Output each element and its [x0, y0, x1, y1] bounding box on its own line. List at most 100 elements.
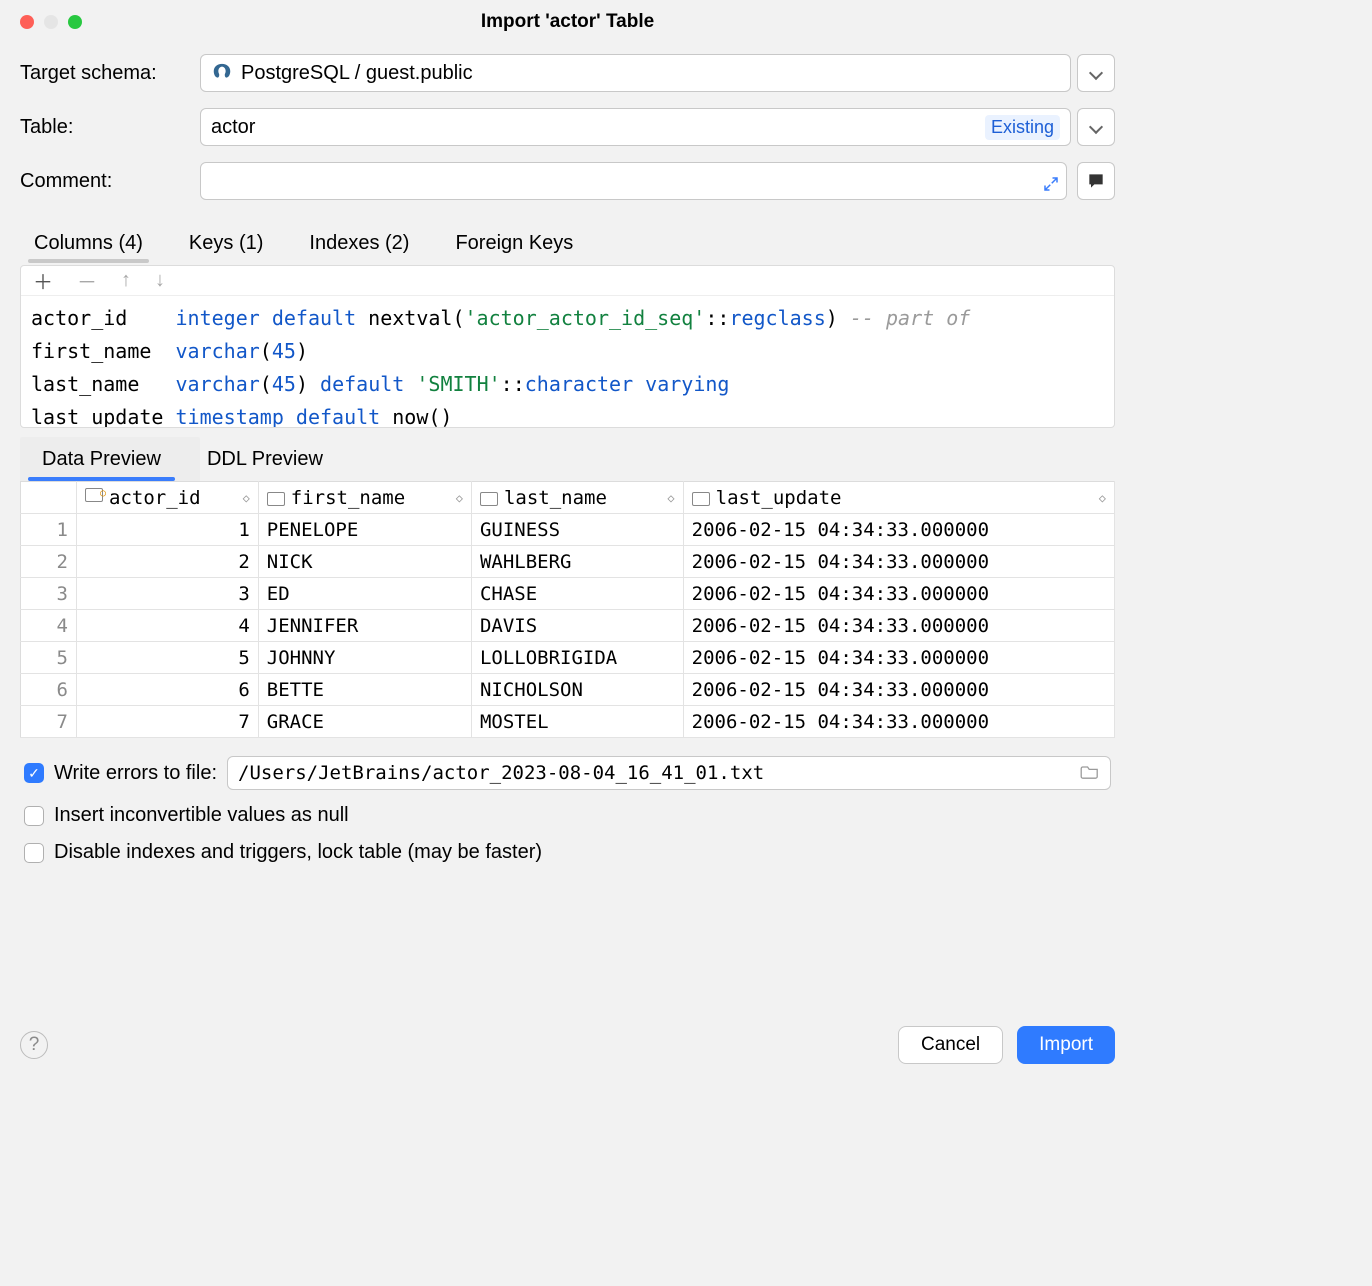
row-number: 2: [21, 546, 77, 578]
grid-corner: [21, 482, 77, 514]
row-number: 4: [21, 610, 77, 642]
table-field[interactable]: actor Existing: [200, 108, 1071, 146]
error-file-path-field[interactable]: /Users/JetBrains/actor_2023-08-04_16_41_…: [227, 756, 1111, 790]
table-row[interactable]: 11PENELOPEGUINESS2006-02-15 04:34:33.000…: [21, 514, 1115, 546]
write-errors-label: Write errors to file:: [54, 762, 217, 785]
disable-indexes-label: Disable indexes and triggers, lock table…: [54, 841, 542, 864]
row-number: 7: [21, 706, 77, 738]
comment-field[interactable]: [200, 162, 1067, 200]
table-row[interactable]: 33EDCHASE2006-02-15 04:34:33.000000: [21, 578, 1115, 610]
cell-actor-id[interactable]: 3: [77, 578, 259, 610]
target-schema-value: PostgreSQL / guest.public: [241, 62, 473, 85]
cell-first-name[interactable]: BETTE: [258, 674, 471, 706]
move-up-icon[interactable]: ↑: [121, 269, 131, 292]
cancel-button[interactable]: Cancel: [898, 1026, 1003, 1064]
close-window-icon[interactable]: [20, 15, 34, 29]
table-row[interactable]: 77GRACEMOSTEL2006-02-15 04:34:33.000000: [21, 706, 1115, 738]
cell-first-name[interactable]: JENNIFER: [258, 610, 471, 642]
minimize-window-icon[interactable]: [44, 15, 58, 29]
expand-icon[interactable]: [1042, 175, 1060, 199]
target-schema-label: Target schema:: [20, 62, 200, 85]
cell-last-update[interactable]: 2006-02-15 04:34:33.000000: [683, 642, 1114, 674]
cell-last-name[interactable]: DAVIS: [471, 610, 683, 642]
cell-first-name[interactable]: GRACE: [258, 706, 471, 738]
cell-first-name[interactable]: NICK: [258, 546, 471, 578]
cell-last-name[interactable]: WAHLBERG: [471, 546, 683, 578]
tab-indexes[interactable]: Indexes (2): [307, 226, 411, 261]
table-row[interactable]: 66BETTENICHOLSON2006-02-15 04:34:33.0000…: [21, 674, 1115, 706]
row-number: 6: [21, 674, 77, 706]
columns-toolbar: ＋ － ↑ ↓: [21, 266, 1114, 296]
sort-icon: ◇: [243, 491, 250, 505]
cell-last-name[interactable]: NICHOLSON: [471, 674, 683, 706]
cell-last-name[interactable]: MOSTEL: [471, 706, 683, 738]
table-value: actor: [211, 116, 255, 139]
error-file-path-value: /Users/JetBrains/actor_2023-08-04_16_41_…: [238, 762, 764, 784]
tab-columns[interactable]: Columns (4): [32, 226, 145, 261]
target-schema-field[interactable]: PostgreSQL / guest.public: [200, 54, 1071, 92]
cell-last-update[interactable]: 2006-02-15 04:34:33.000000: [683, 610, 1114, 642]
browse-folder-icon[interactable]: [1080, 762, 1100, 784]
import-options: ✓ Write errors to file: /Users/JetBrains…: [0, 738, 1135, 870]
comment-balloon-button[interactable]: [1077, 162, 1115, 200]
dialog-footer: ? Cancel Import: [0, 1026, 1135, 1064]
titlebar: Import 'actor' Table: [0, 0, 1135, 44]
cell-last-update[interactable]: 2006-02-15 04:34:33.000000: [683, 514, 1114, 546]
tab-keys[interactable]: Keys (1): [187, 226, 265, 261]
cell-last-update[interactable]: 2006-02-15 04:34:33.000000: [683, 674, 1114, 706]
columns-panel: ＋ － ↑ ↓ actor_id integer default nextval…: [20, 265, 1115, 428]
postgres-icon: [211, 62, 233, 84]
cell-first-name[interactable]: ED: [258, 578, 471, 610]
cell-first-name[interactable]: JOHNNY: [258, 642, 471, 674]
row-number: 5: [21, 642, 77, 674]
cell-actor-id[interactable]: 6: [77, 674, 259, 706]
add-column-icon[interactable]: ＋: [33, 266, 53, 295]
preview-tabs: Data Preview DDL Preview: [0, 428, 1135, 477]
cell-first-name[interactable]: PENELOPE: [258, 514, 471, 546]
write-errors-checkbox[interactable]: ✓: [24, 763, 44, 783]
row-number: 3: [21, 578, 77, 610]
sort-icon: ◇: [456, 491, 463, 505]
target-schema-dropdown[interactable]: [1077, 54, 1115, 92]
tab-ddl-preview[interactable]: DDL Preview: [199, 442, 331, 477]
cell-last-update[interactable]: 2006-02-15 04:34:33.000000: [683, 706, 1114, 738]
data-preview-grid[interactable]: actor_id◇first_name◇last_name◇last_updat…: [20, 481, 1115, 738]
zoom-window-icon[interactable]: [68, 15, 82, 29]
tab-foreign-keys[interactable]: Foreign Keys: [453, 226, 575, 261]
table-row[interactable]: 22NICKWAHLBERG2006-02-15 04:34:33.000000: [21, 546, 1115, 578]
table-row[interactable]: 55JOHNNYLOLLOBRIGIDA2006-02-15 04:34:33.…: [21, 642, 1115, 674]
existing-badge: Existing: [985, 115, 1060, 140]
insert-null-checkbox[interactable]: [24, 806, 44, 826]
cell-actor-id[interactable]: 7: [77, 706, 259, 738]
cell-actor-id[interactable]: 4: [77, 610, 259, 642]
schema-tabs: Columns (4) Keys (1) Indexes (2) Foreign…: [0, 216, 1135, 261]
chevron-down-icon: [1091, 116, 1101, 138]
chevron-down-icon: [1091, 62, 1101, 84]
column-header-last_update[interactable]: last_update◇: [683, 482, 1114, 514]
import-button[interactable]: Import: [1017, 1026, 1115, 1064]
sort-icon: ◇: [1099, 491, 1106, 505]
column-header-last_name[interactable]: last_name◇: [471, 482, 683, 514]
remove-column-icon[interactable]: －: [77, 266, 97, 295]
column-header-first_name[interactable]: first_name◇: [258, 482, 471, 514]
table-row[interactable]: 44JENNIFERDAVIS2006-02-15 04:34:33.00000…: [21, 610, 1115, 642]
speech-bubble-icon: [1086, 171, 1106, 191]
row-number: 1: [21, 514, 77, 546]
cell-last-name[interactable]: LOLLOBRIGIDA: [471, 642, 683, 674]
column-header-actor_id[interactable]: actor_id◇: [77, 482, 259, 514]
cell-last-update[interactable]: 2006-02-15 04:34:33.000000: [683, 546, 1114, 578]
cell-last-name[interactable]: CHASE: [471, 578, 683, 610]
help-button[interactable]: ?: [20, 1031, 48, 1059]
cell-last-name[interactable]: GUINESS: [471, 514, 683, 546]
table-dropdown[interactable]: [1077, 108, 1115, 146]
import-form: Target schema: PostgreSQL / guest.public…: [0, 44, 1135, 200]
cell-actor-id[interactable]: 1: [77, 514, 259, 546]
window-controls: [20, 15, 82, 29]
disable-indexes-checkbox[interactable]: [24, 843, 44, 863]
cell-actor-id[interactable]: 5: [77, 642, 259, 674]
cell-last-update[interactable]: 2006-02-15 04:34:33.000000: [683, 578, 1114, 610]
cell-actor-id[interactable]: 2: [77, 546, 259, 578]
tab-data-preview[interactable]: Data Preview: [34, 442, 169, 477]
columns-definition-list[interactable]: actor_id integer default nextval('actor_…: [21, 296, 1114, 428]
move-down-icon[interactable]: ↓: [155, 269, 165, 292]
